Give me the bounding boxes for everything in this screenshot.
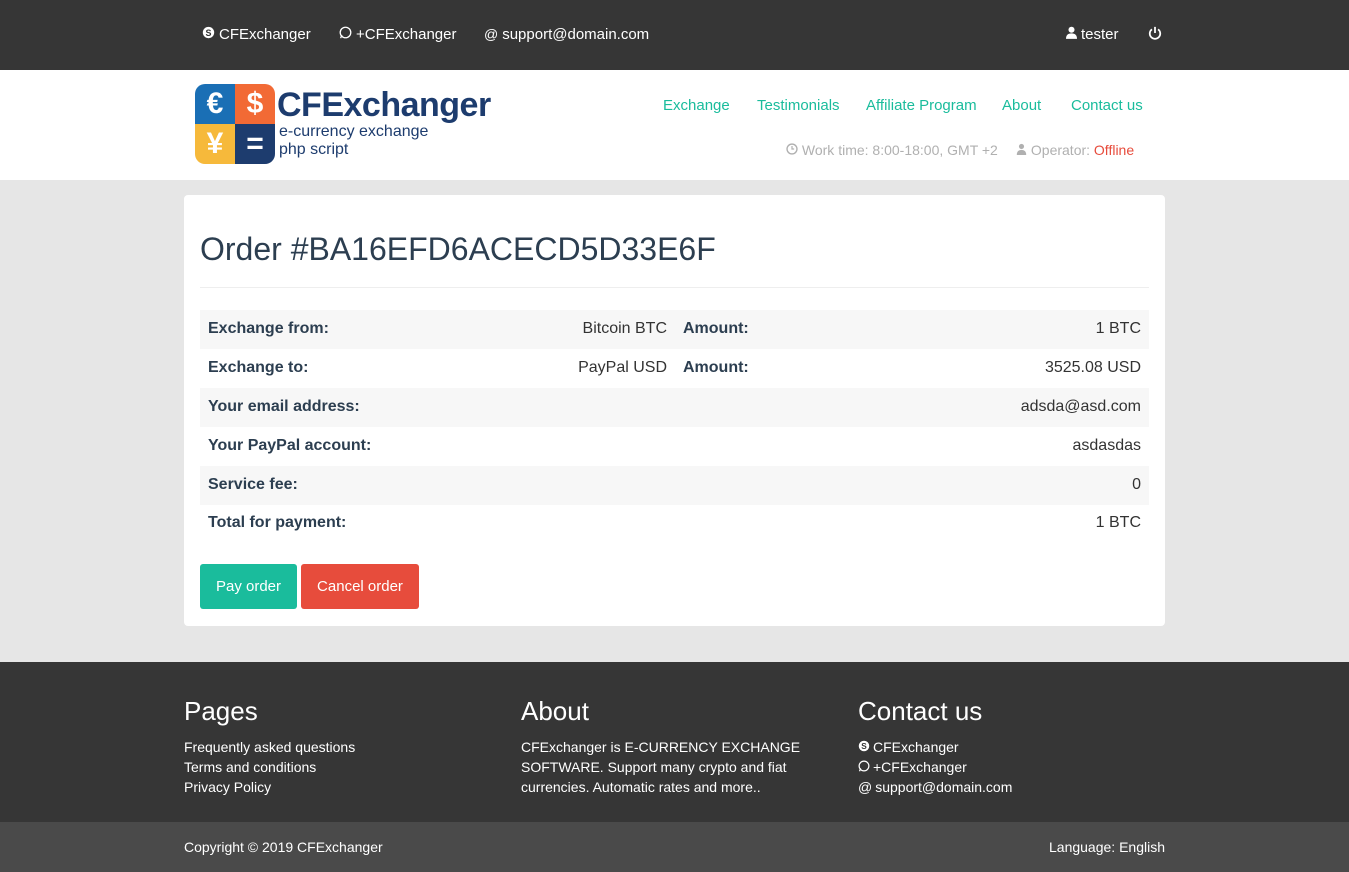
language-selector[interactable]: Language: English [1049,839,1165,855]
footer-contact-title: Contact us [858,696,983,726]
skype-link[interactable]: S CFExchanger [202,26,311,43]
footer-about-title: About [521,696,589,726]
operator-label: Operator: [1030,142,1091,158]
row-label: Total for payment: [208,514,347,531]
clock-icon [786,142,802,158]
row-currency: PayPal USD [578,359,667,376]
whatsapp-icon [339,26,352,42]
row-label: Exchange from: [208,320,329,337]
pay-order-button[interactable]: Pay order [200,564,297,609]
power-icon [1148,26,1162,44]
row-label: Your PayPal account: [208,437,372,454]
skype-label: CFExchanger [219,26,311,43]
footer-about-text: CFExchanger is E-CURRENCY EXCHANGE SOFTW… [521,739,801,795]
yen-icon: ¥ [195,124,235,164]
footer-about: About CFExchanger is E-CURRENCY EXCHANGE… [521,696,806,797]
logout-button[interactable] [1148,26,1162,44]
equals-icon: = [235,124,275,164]
work-time-label: Work time: 8:00-18:00, GMT +2 [801,142,998,158]
nav-affiliate-program[interactable]: Affiliate Program [866,97,977,114]
page-title: Order #BA16EFD6ACECD5D33E6F [200,231,716,267]
table-row: Your PayPal account: asdasdas [200,427,1149,466]
site-footer: Pages Frequently asked questions Terms a… [0,662,1349,822]
at-icon: @ [858,779,873,795]
email-link[interactable]: @ support@domain.com [484,26,649,43]
footer-whatsapp-label: +CFExchanger [873,759,967,775]
operator-status-value: Offline [1093,142,1135,158]
logo-title: CFExchanger [277,86,491,124]
row-value: 0 [1132,476,1141,493]
operator-status: Operator: Offline [1016,142,1134,158]
skype-icon: S [858,737,870,757]
nav-exchange[interactable]: Exchange [663,97,730,114]
nav-contact-us[interactable]: Contact us [1071,97,1143,114]
top-bar: S CFExchanger +CFExchanger @ support@doma… [0,0,1349,70]
cancel-order-button[interactable]: Cancel order [301,564,419,609]
footer-email[interactable]: @ support@domain.com [858,777,1148,797]
row-label: Service fee: [208,476,298,493]
footer-email-label: support@domain.com [875,779,1013,795]
logo-subtitle-2: php script [279,141,349,158]
user-menu[interactable]: tester [1066,26,1119,43]
row-value: 3525.08 USD [1044,359,1141,376]
svg-text:S: S [861,742,867,751]
euro-icon: € [195,84,235,124]
logo[interactable]: € $ ¥ = CFExchanger e-currency exchange … [195,84,505,166]
bottom-bar: Copyright © 2019 CFExchanger Language: E… [0,822,1349,872]
whatsapp-link[interactable]: +CFExchanger [339,26,456,43]
dollar-icon: $ [235,84,275,124]
footer-link-terms[interactable]: Terms and conditions [184,757,474,777]
order-card: Order #BA16EFD6ACECD5D33E6F Exchange fro… [184,195,1165,626]
row-amount-label: Amount: [683,359,749,376]
footer-whatsapp[interactable]: +CFExchanger [858,757,1148,777]
row-label: Your email address: [208,398,360,415]
table-row: Your email address: adsda@asd.com [200,388,1149,427]
svg-text:S: S [206,28,212,38]
nav-testimonials[interactable]: Testimonials [757,97,840,114]
footer-contact: Contact us S CFExchanger +CFExchanger @ s… [858,696,1148,797]
operator-icon [1016,142,1031,158]
row-label: Exchange to: [208,359,309,376]
skype-icon: S [202,26,215,42]
table-row: Service fee: 0 [200,466,1149,505]
copyright: Copyright © 2019 CFExchanger [184,839,383,855]
work-time: Work time: 8:00-18:00, GMT +2 [786,142,998,158]
footer-link-privacy[interactable]: Privacy Policy [184,777,474,797]
logo-mark: € $ ¥ = [195,84,275,164]
footer-pages: Pages Frequently asked questions Terms a… [184,696,474,797]
row-value: adsda@asd.com [1020,398,1141,415]
user-name: tester [1081,26,1119,43]
whatsapp-label: +CFExchanger [356,26,457,43]
footer-pages-title: Pages [184,696,258,726]
divider [200,287,1149,288]
at-icon: @ [484,26,499,42]
footer-skype-label: CFExchanger [873,739,959,755]
row-value: 1 BTC [1095,320,1141,337]
table-row: Total for payment: 1 BTC [200,504,1149,543]
footer-link-faq[interactable]: Frequently asked questions [184,737,474,757]
table-row: Exchange to: PayPal USD Amount: 3525.08 … [200,349,1149,388]
logo-subtitle: e-currency exchange [279,123,429,140]
table-row: Exchange from: Bitcoin BTC Amount: 1 BTC [200,310,1149,349]
row-value: asdasdas [1072,437,1142,454]
email-label: support@domain.com [502,26,650,43]
nav-about[interactable]: About [1002,97,1041,114]
row-amount-label: Amount: [683,320,749,337]
row-currency: Bitcoin BTC [582,320,667,337]
site-header: € $ ¥ = CFExchanger e-currency exchange … [0,70,1349,180]
whatsapp-icon [858,757,870,777]
row-value: 1 BTC [1095,514,1141,531]
footer-skype[interactable]: S CFExchanger [858,737,1148,757]
user-icon [1066,26,1077,42]
